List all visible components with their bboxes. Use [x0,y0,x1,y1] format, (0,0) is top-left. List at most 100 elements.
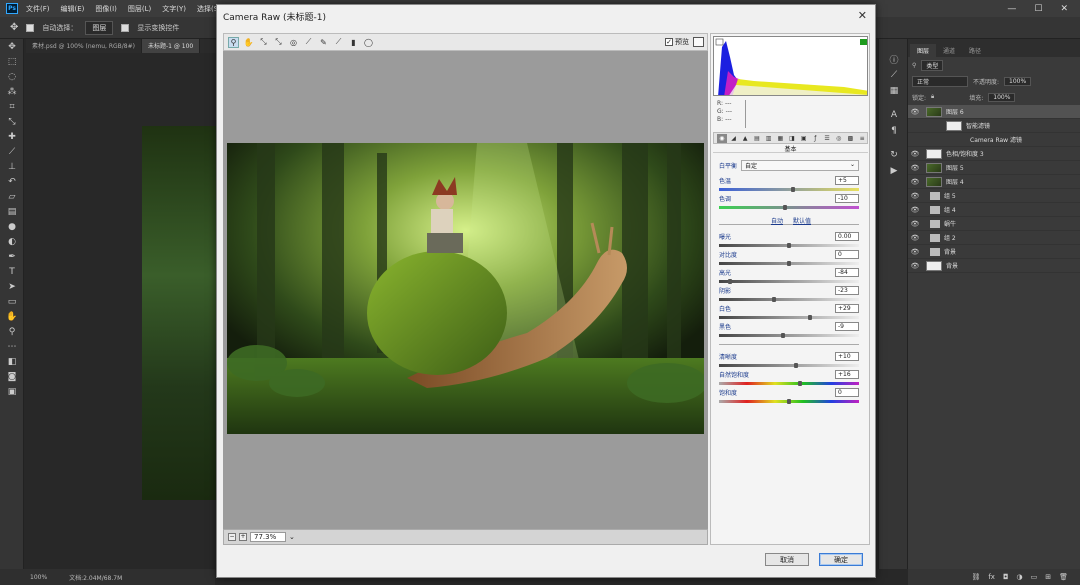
cancel-button[interactable]: 取消 [765,553,809,566]
preview-toggle[interactable]: ✓ 预览 [665,37,689,47]
split-toning-icon[interactable]: ▥ [764,134,774,143]
image-preview-area[interactable] [223,51,708,529]
straighten-icon[interactable]: ⟋ [303,37,314,48]
menu-edit[interactable]: 编辑(E) [61,4,85,14]
gradient-icon[interactable]: ▤ [0,204,24,219]
slider-value-field[interactable]: -84 [835,268,859,277]
fx-icon[interactable]: ƒ [811,134,821,143]
auto-select-checkbox[interactable] [26,23,35,32]
menu-file[interactable]: 文件(F) [26,4,50,14]
healing-icon[interactable]: ✚ [0,129,24,144]
layer-row[interactable]: Camera Raw 滤镜 [908,133,1080,147]
slider-track[interactable] [719,334,859,337]
blur-icon[interactable]: ● [0,219,24,234]
brush-settings-icon[interactable]: ⟋ [879,67,909,83]
visibility-eye-icon[interactable]: 👁︎ [908,150,922,158]
slider-value-field[interactable]: -9 [835,322,859,331]
layer-row[interactable]: 👁︎ 组 2 [908,231,1080,245]
info-icon[interactable]: ⓘ [879,51,909,67]
lens-icon[interactable]: ▦ [775,134,785,143]
shape-icon[interactable]: ▭ [0,294,24,309]
maximize-button[interactable]: ☐ [1034,4,1042,14]
layer-kind-filter[interactable]: 类型 [921,59,944,71]
slider-track[interactable] [719,206,859,209]
slider-value-field[interactable]: +10 [835,352,859,361]
zoom-tool-icon[interactable]: ⚲ [228,36,239,48]
tone-curve-icon[interactable]: ◢ [729,134,739,143]
menu-type[interactable]: 文字(Y) [162,4,186,14]
visibility-eye-icon[interactable]: 👁︎ [908,234,922,242]
tab-layers[interactable]: 图层 [910,44,937,57]
tab-document-1[interactable]: 素材.psd @ 100% (nemu, RGB/8#) [26,39,142,53]
paragraph-icon[interactable]: ¶ [879,123,909,139]
radial-filter-icon[interactable]: ◯ [363,37,374,48]
trash-icon[interactable]: 🗑︎ [1059,573,1068,581]
slider-value-field[interactable]: -23 [835,286,859,295]
slider-track[interactable] [719,316,859,319]
layer-row[interactable]: 👁︎ 组 4 [908,203,1080,217]
hand-tool-icon[interactable]: ✋ [243,37,254,48]
menu-layer[interactable]: 图层(L) [128,4,151,14]
visibility-eye-icon[interactable]: 👁︎ [908,206,922,214]
slider-value-field[interactable]: -10 [835,194,859,203]
eraser-icon[interactable]: ▱ [0,189,24,204]
slider-value-field[interactable]: +16 [835,370,859,379]
slider-track[interactable] [719,382,859,385]
history-icon[interactable]: ↻ [879,147,909,163]
pen-icon[interactable]: ✒ [0,249,24,264]
minimize-button[interactable]: — [1007,4,1016,14]
lasso-icon[interactable]: ◌ [0,69,24,84]
slider-thumb[interactable] [782,205,787,210]
preview-checkbox[interactable]: ✓ [665,38,673,46]
camera-calibration-icon[interactable]: ▣ [799,134,809,143]
chevron-down-icon[interactable]: ⌄ [289,533,295,541]
layer-row[interactable]: 👁︎ 图层 4 [908,175,1080,189]
slider-value-field[interactable]: 0.00 [835,232,859,241]
fullscreen-icon[interactable] [693,37,704,47]
layer-row[interactable]: 👁︎ 组 5 [908,189,1080,203]
auto-link[interactable]: 自动 [771,216,783,225]
menu-icon[interactable]: ≡ [857,134,867,143]
slider-thumb[interactable] [781,333,786,338]
new-layer-icon[interactable]: ⊞ [1045,573,1051,581]
path-select-icon[interactable]: ➤ [0,279,24,294]
slider-thumb[interactable] [791,187,796,192]
show-transform-checkbox[interactable] [121,23,130,32]
magic-wand-icon[interactable]: ⁂ [0,84,24,99]
link-layers-icon[interactable]: ⛓ [971,573,980,581]
hsl-icon[interactable]: ▤ [752,134,762,143]
tab-channels[interactable]: 通道 [936,44,962,57]
color-swatch-icon[interactable]: ◧ [0,354,24,369]
slider-thumb[interactable] [787,261,791,266]
white-balance-tool-icon[interactable]: ⤡ [258,37,269,48]
add-mask-icon[interactable]: ◘ [1003,573,1009,581]
slider-value-field[interactable]: 0 [835,250,859,259]
close-window-button[interactable]: ✕ [1060,4,1068,14]
fx-icon[interactable]: fx [988,573,995,581]
graduated-filter-icon[interactable]: ▮ [348,37,359,48]
zoom-level-field[interactable]: 77.3% [250,532,286,542]
hand-icon[interactable]: ✋ [0,309,24,324]
opacity-field[interactable]: 100% [1004,76,1032,86]
crop-icon[interactable]: ⌗ [0,99,24,114]
slider-thumb[interactable] [808,315,812,320]
targeted-adjust-icon[interactable]: ◎ [288,37,299,48]
screen-mode-icon[interactable]: ▣ [0,384,24,399]
ok-button[interactable]: 确定 [819,553,863,566]
type-icon[interactable]: T [0,264,24,279]
brush-icon[interactable]: ⟋ [0,144,24,159]
menu-image[interactable]: 图像(I) [95,4,117,14]
dodge-icon[interactable]: ◐ [0,234,24,249]
slider-track[interactable] [719,188,859,191]
slider-track[interactable] [719,280,859,283]
tab-paths[interactable]: 路径 [962,44,988,57]
visibility-eye-icon[interactable]: 👁︎ [908,262,922,270]
adjustment-icon[interactable]: ◑ [1017,573,1023,581]
new-group-icon[interactable]: ▭ [1031,573,1038,581]
eyedropper-icon[interactable]: ⤡ [0,114,24,129]
slider-track[interactable] [719,364,859,367]
quick-mask-icon[interactable]: ◙ [0,369,24,384]
presets-icon[interactable]: ☰ [822,134,832,143]
visibility-eye-icon[interactable]: 👁︎ [908,178,922,186]
fill-field[interactable]: 100% [988,92,1016,102]
